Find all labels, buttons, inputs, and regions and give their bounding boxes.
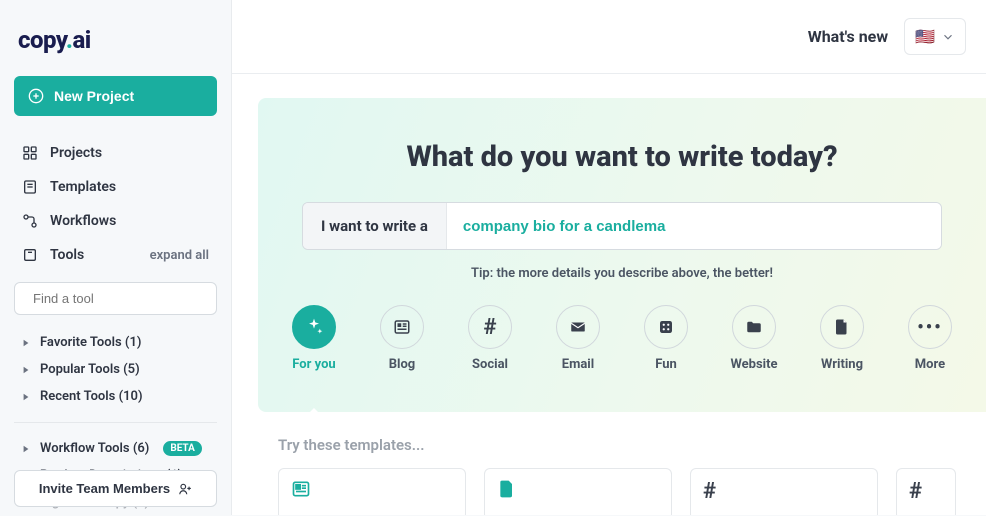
file-icon: [833, 318, 851, 336]
locale-selector[interactable]: 🇺🇸: [904, 18, 966, 55]
template-card[interactable]: #: [896, 468, 956, 515]
nav-workflows[interactable]: Workflows: [14, 204, 217, 238]
nav-tools[interactable]: Tools: [22, 247, 84, 263]
tools-icon: [22, 247, 38, 263]
new-project-button[interactable]: New Project: [14, 76, 217, 116]
templates-section: Try these templates... # #: [232, 412, 986, 515]
topbar: What's new 🇺🇸: [232, 0, 986, 74]
flag-icon: 🇺🇸: [915, 27, 935, 46]
folder-icon: [745, 318, 763, 336]
cat-website[interactable]: Website: [724, 305, 784, 372]
nav-templates-label: Templates: [50, 179, 116, 195]
nav-templates[interactable]: Templates: [14, 170, 217, 204]
cat-label: Social: [472, 357, 508, 372]
tree-label: Popular Tools (5): [40, 362, 140, 377]
chevron-right-icon: [22, 339, 30, 347]
tree-workflow-tools[interactable]: Workflow Tools (6) BETA: [14, 435, 217, 462]
tree-label: Favorite Tools (1): [40, 335, 141, 350]
nav-projects-label: Projects: [50, 145, 102, 161]
new-project-label: New Project: [54, 88, 134, 104]
divider: [14, 422, 217, 423]
tool-search[interactable]: [14, 282, 217, 315]
cat-blog[interactable]: Blog: [372, 305, 432, 372]
hero-title: What do you want to write today?: [258, 140, 986, 174]
template-card[interactable]: [484, 468, 672, 515]
template-card[interactable]: [278, 468, 466, 515]
cat-label: Website: [730, 357, 777, 372]
hash-icon: #: [909, 479, 922, 504]
chevron-right-icon: [22, 445, 30, 453]
cat-label: Email: [562, 357, 594, 372]
dots-icon: •••: [908, 305, 952, 349]
category-row: For you Blog # Social Email Fun Websi: [258, 305, 986, 372]
newspaper-icon: [291, 479, 311, 499]
logo[interactable]: copy.ai: [18, 26, 217, 54]
newspaper-icon: [393, 318, 411, 336]
cat-fun[interactable]: Fun: [636, 305, 696, 372]
cat-writing[interactable]: Writing: [812, 305, 872, 372]
active-caret: [302, 408, 326, 420]
envelope-icon: [569, 318, 587, 336]
prompt-input[interactable]: [447, 203, 941, 249]
hero: What do you want to write today? I want …: [258, 98, 986, 412]
hash-icon: #: [468, 305, 512, 349]
nav-tools-label: Tools: [50, 247, 84, 263]
grid-icon: [22, 145, 38, 161]
cat-label: Fun: [655, 357, 677, 372]
expand-all-button[interactable]: expand all: [150, 248, 209, 263]
logo-text-2: ai: [72, 26, 90, 54]
template-icon: [22, 179, 38, 195]
prompt-tip: Tip: the more details you describe above…: [258, 266, 986, 281]
tree-popular-tools[interactable]: Popular Tools (5): [14, 356, 217, 383]
tree-favorite-tools[interactable]: Favorite Tools (1): [14, 329, 217, 356]
tree-label: Workflow Tools (6): [40, 441, 149, 456]
cat-more[interactable]: ••• More: [900, 305, 960, 372]
beta-badge: BETA: [163, 441, 202, 456]
chevron-right-icon: [22, 366, 30, 374]
chevron-right-icon: [22, 393, 30, 401]
tree-label: Recent Tools (10): [40, 389, 143, 404]
sidebar: copy.ai New Project Projects Templates W…: [0, 0, 232, 515]
template-cards: # #: [278, 468, 986, 515]
prompt-row: I want to write a: [302, 202, 942, 250]
tree-recent-tools[interactable]: Recent Tools (10): [14, 383, 217, 410]
nav-tools-row: Tools expand all: [14, 238, 217, 272]
invite-label: Invite Team Members: [39, 481, 170, 496]
nav-workflows-label: Workflows: [50, 213, 116, 229]
file-icon: [497, 479, 517, 499]
prompt-prefix: I want to write a: [303, 203, 447, 249]
whats-new-link[interactable]: What's new: [808, 27, 888, 46]
hash-icon: #: [703, 479, 716, 504]
templates-title: Try these templates...: [278, 436, 986, 454]
cat-email[interactable]: Email: [548, 305, 608, 372]
nav-projects[interactable]: Projects: [14, 136, 217, 170]
user-plus-icon: [178, 482, 192, 496]
main: What's new 🇺🇸 What do you want to write …: [232, 0, 986, 515]
template-card[interactable]: #: [690, 468, 878, 515]
chevron-down-icon: [941, 30, 955, 44]
invite-team-button[interactable]: Invite Team Members: [14, 470, 217, 507]
cat-label: For you: [292, 357, 335, 372]
cat-label: Writing: [821, 357, 863, 372]
cat-social[interactable]: # Social: [460, 305, 520, 372]
cat-label: Blog: [389, 357, 416, 372]
cat-for-you[interactable]: For you: [284, 305, 344, 372]
sparkle-icon: [304, 317, 324, 337]
cat-label: More: [915, 357, 945, 372]
tool-search-input[interactable]: [33, 291, 209, 306]
plus-circle-icon: [28, 88, 44, 104]
dice-icon: [657, 318, 675, 336]
logo-text-1: copy: [18, 26, 66, 54]
workflow-icon: [22, 213, 38, 229]
